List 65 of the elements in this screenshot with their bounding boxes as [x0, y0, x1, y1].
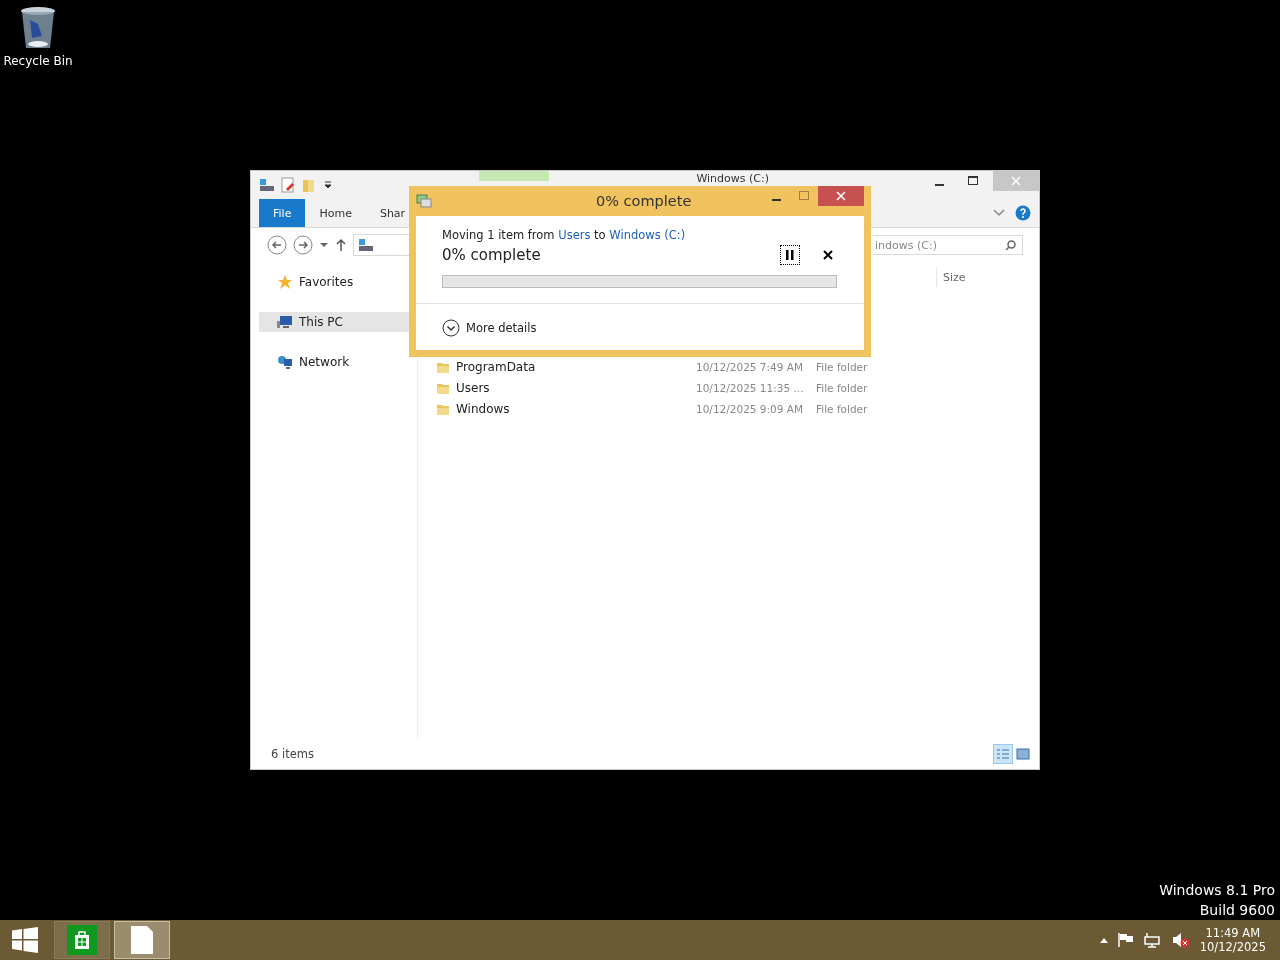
large-icons-icon — [1016, 748, 1030, 760]
windows-logo-icon — [12, 927, 38, 953]
nav-item[interactable]: Network — [259, 352, 417, 372]
column-header[interactable]: Size — [936, 267, 1013, 287]
progress-text: 0% complete — [442, 246, 542, 264]
details-view-icon — [996, 748, 1010, 760]
taskbar-app[interactable] — [114, 921, 170, 959]
computer-icon — [277, 315, 293, 329]
file-type: File folder — [816, 381, 869, 394]
properties-icon[interactable] — [281, 177, 295, 193]
pause-button[interactable] — [780, 245, 800, 265]
file-type: File folder — [816, 360, 869, 373]
ribbon-tab[interactable]: Shar — [365, 199, 420, 227]
back-icon[interactable] — [267, 235, 287, 255]
target-link[interactable]: Windows (C:) — [609, 228, 686, 242]
maximize-icon — [967, 176, 979, 186]
edition-text: Build 9600 — [1199, 902, 1275, 918]
window-title: Windows (C:) — [696, 171, 769, 185]
muted-volume-icon[interactable] — [1171, 932, 1190, 948]
star-icon — [277, 274, 293, 290]
move-message: Moving 1 item from Users to Windows (C:) — [442, 228, 687, 242]
help-icon[interactable] — [1015, 205, 1031, 221]
expand-ribbon-icon[interactable] — [993, 209, 1005, 217]
search-field[interactable]: indows (C:) — [873, 235, 1023, 255]
dropdown-icon[interactable] — [323, 180, 333, 190]
ribbon-tab[interactable]: File — [259, 199, 306, 227]
drive-icon — [259, 177, 275, 193]
store-icon — [67, 925, 97, 955]
date-modified: 10/12/2025 11:35 ... — [696, 381, 805, 394]
file-type: File folder — [816, 402, 869, 415]
close-icon — [1011, 176, 1021, 186]
copy-icon — [416, 194, 432, 208]
show-hidden-icons[interactable] — [1099, 937, 1108, 943]
date-modified: 10/12/2025 9:09 AM — [696, 402, 804, 415]
desktop-icon-label[interactable]: Recycle Bin — [3, 54, 73, 68]
taskbar-app[interactable] — [54, 921, 110, 959]
maximize-icon — [798, 191, 810, 201]
item-count: 6 items — [271, 747, 314, 761]
clock[interactable]: 11:49 AM 10/12/2025 — [1199, 926, 1266, 954]
forward-icon[interactable] — [293, 235, 313, 255]
date-modified: 10/12/2025 7:49 AM — [696, 360, 804, 373]
nav-item[interactable]: Favorites — [259, 272, 417, 292]
close-icon — [836, 191, 846, 201]
network-icon — [277, 354, 293, 370]
file-name[interactable]: Windows — [456, 401, 696, 416]
document-icon — [130, 925, 154, 955]
chevron-icon — [442, 319, 460, 337]
time-text: 11:49 AM — [1205, 926, 1261, 940]
search-icon — [1005, 239, 1016, 251]
dialog-title: 0% complete — [596, 193, 692, 209]
up-arrow-icon[interactable] — [335, 238, 347, 252]
more-details-button[interactable]: More details — [442, 319, 537, 337]
file-name[interactable]: ProgramData — [456, 359, 696, 374]
source-link[interactable]: Users — [558, 228, 591, 242]
network-icon[interactable] — [1143, 932, 1162, 948]
pause-icon — [786, 250, 794, 260]
minimize-icon — [934, 183, 944, 186]
caret-icon[interactable] — [319, 242, 329, 248]
close-icon — [823, 250, 833, 260]
ribbon-tab[interactable]: Home — [305, 199, 366, 227]
recycle-bin-icon[interactable] — [20, 6, 56, 50]
file-name[interactable]: Users — [456, 380, 696, 395]
edition-text: Windows 8.1 Pro — [1159, 882, 1275, 898]
date-text: 10/12/2025 — [1199, 940, 1266, 954]
flag-icon[interactable] — [1117, 933, 1134, 947]
